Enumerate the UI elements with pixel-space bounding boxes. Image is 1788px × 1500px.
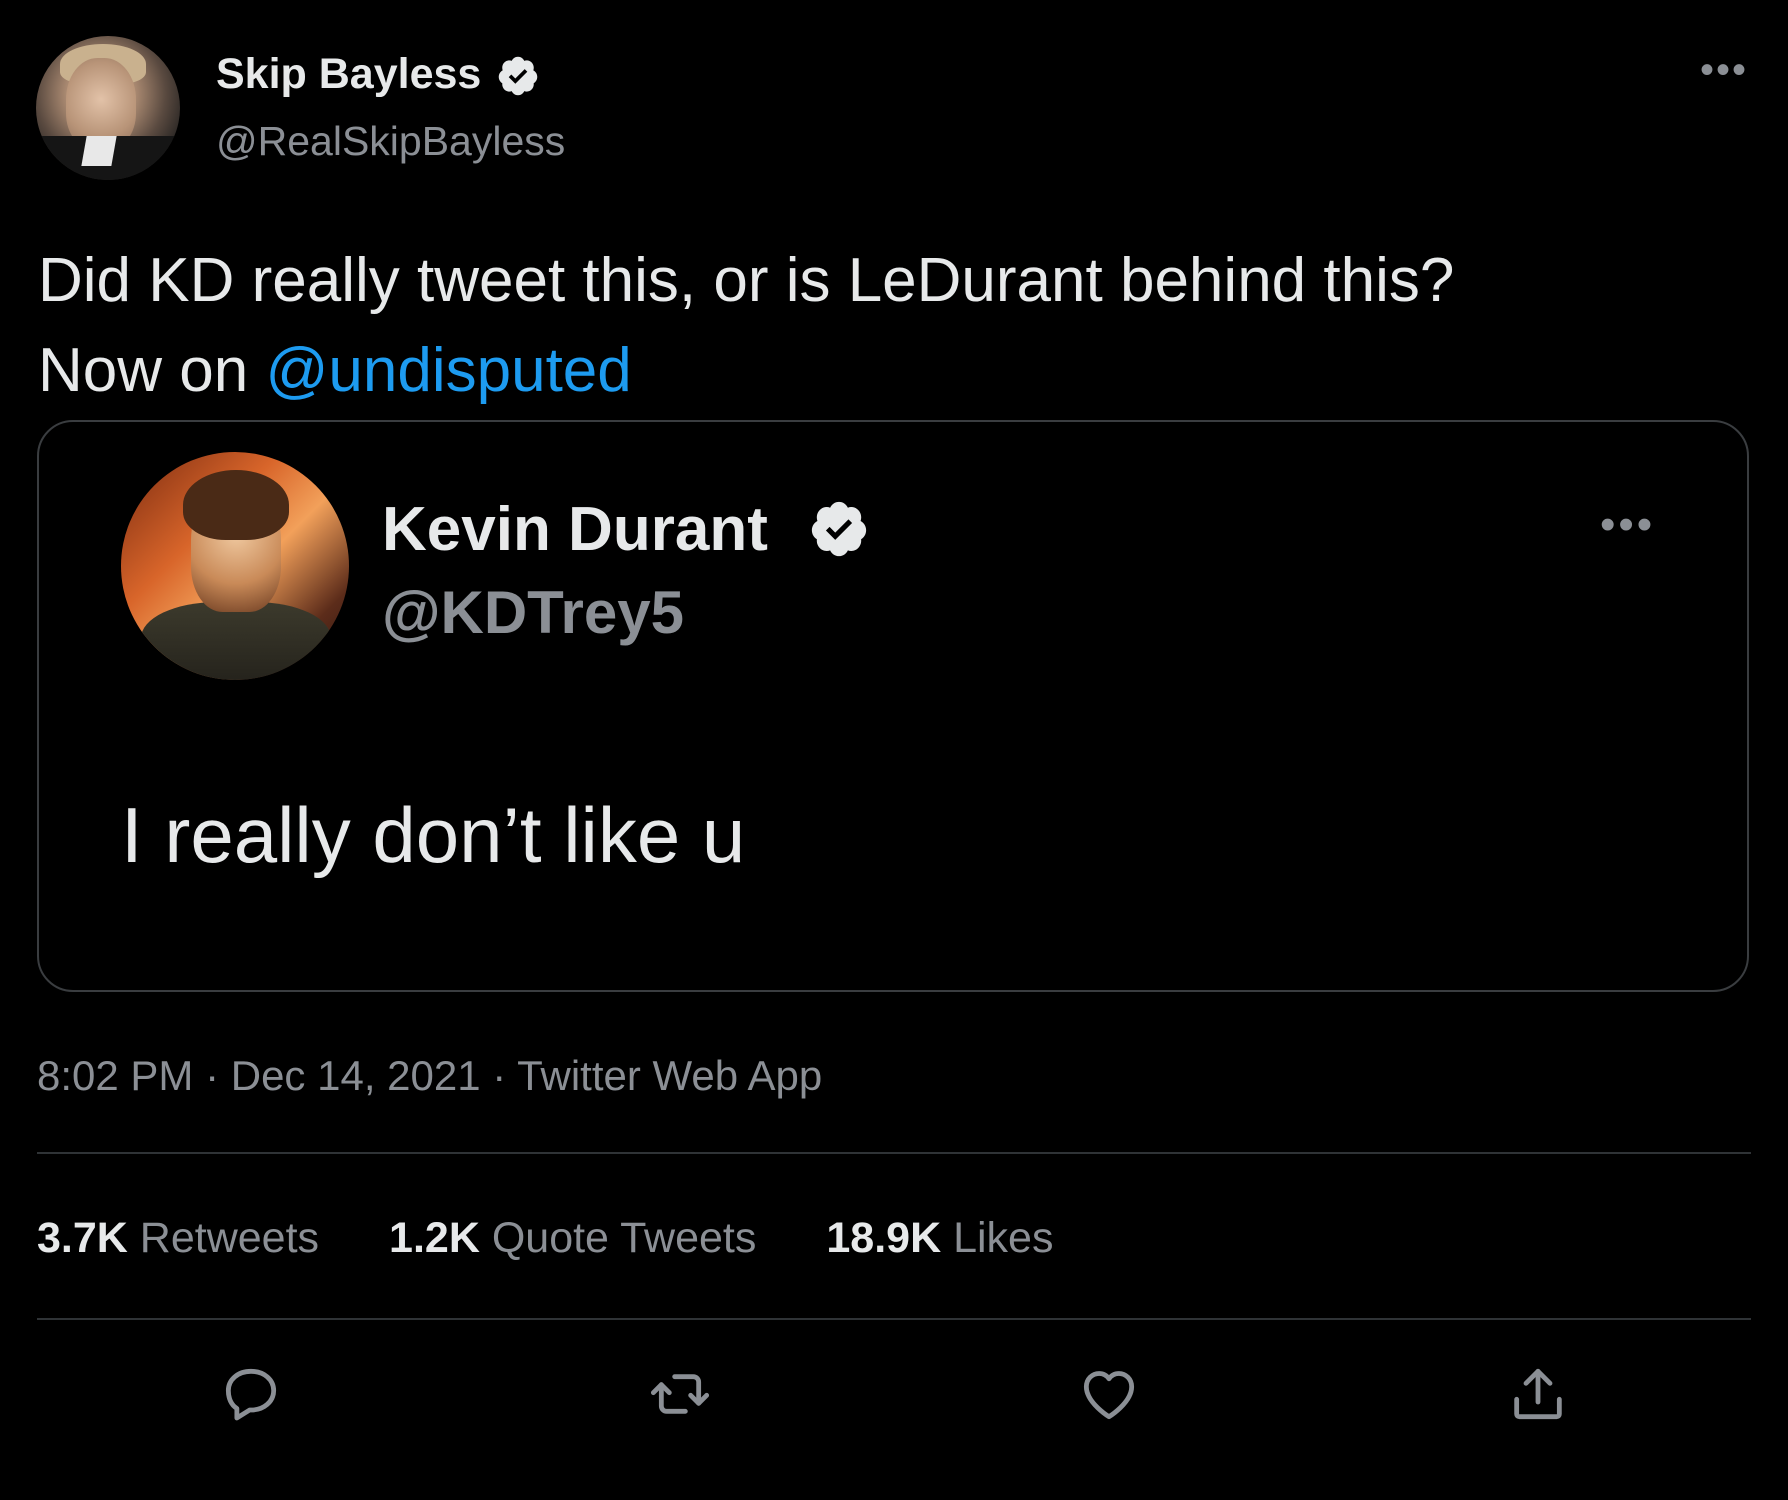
retweets-count: 3.7K bbox=[37, 1214, 128, 1262]
likes-stat[interactable]: 18.9K Likes bbox=[826, 1214, 1053, 1263]
tweet-text-prefix: Now on bbox=[38, 336, 266, 405]
share-icon bbox=[1514, 1368, 1562, 1420]
tweet-text-line1: Did KD really tweet this, or is LeDurant… bbox=[38, 246, 1455, 315]
divider bbox=[37, 1152, 1751, 1154]
mention-link[interactable]: @undisputed bbox=[265, 336, 631, 405]
tweet-text-line2: Now on @undisputed bbox=[38, 326, 1738, 416]
avatar-body bbox=[141, 602, 331, 680]
share-button[interactable] bbox=[1502, 1358, 1574, 1430]
tweet-timestamp[interactable]: 8:02 PM · Dec 14, 2021 · Twitter Web App bbox=[37, 1052, 822, 1100]
retweets-stat[interactable]: 3.7K Retweets bbox=[37, 1214, 319, 1263]
author-name[interactable]: Skip Bayless bbox=[216, 50, 481, 99]
retweets-label: Retweets bbox=[127, 1214, 320, 1262]
avatar-jacket bbox=[36, 136, 180, 180]
heart-icon bbox=[1083, 1371, 1135, 1420]
engagement-stats: 3.7K Retweets 1.2K Quote Tweets 18.9K Li… bbox=[37, 1214, 1123, 1263]
author-avatar[interactable] bbox=[36, 36, 180, 180]
like-button[interactable] bbox=[1073, 1358, 1145, 1430]
quoted-author-avatar[interactable] bbox=[121, 452, 349, 680]
tweet-text: Did KD really tweet this, or is LeDurant… bbox=[38, 236, 1738, 416]
verified-badge-icon bbox=[498, 56, 538, 96]
retweet-button[interactable] bbox=[644, 1358, 716, 1430]
retweet-icon bbox=[650, 1374, 710, 1414]
verified-badge-icon bbox=[811, 501, 867, 557]
reply-icon bbox=[225, 1368, 277, 1421]
likes-label: Likes bbox=[941, 1214, 1054, 1262]
quoted-author-name[interactable]: Kevin Durant bbox=[382, 494, 768, 565]
quote-tweets-count: 1.2K bbox=[389, 1214, 480, 1262]
quoted-tweet-text: I really don’t like u bbox=[121, 791, 746, 879]
divider bbox=[37, 1318, 1751, 1320]
quoted-more-options-button[interactable]: ••• bbox=[1600, 500, 1655, 550]
more-options-button[interactable]: ••• bbox=[1700, 48, 1748, 93]
avatar-hair bbox=[183, 470, 289, 540]
reply-button[interactable] bbox=[215, 1358, 287, 1430]
quote-tweets-label: Quote Tweets bbox=[479, 1214, 757, 1262]
quote-tweets-stat[interactable]: 1.2K Quote Tweets bbox=[389, 1214, 756, 1263]
author-handle[interactable]: @RealSkipBayless bbox=[216, 118, 565, 165]
quoted-author-handle[interactable]: @KDTrey5 bbox=[382, 578, 684, 647]
likes-count: 18.9K bbox=[826, 1214, 942, 1262]
